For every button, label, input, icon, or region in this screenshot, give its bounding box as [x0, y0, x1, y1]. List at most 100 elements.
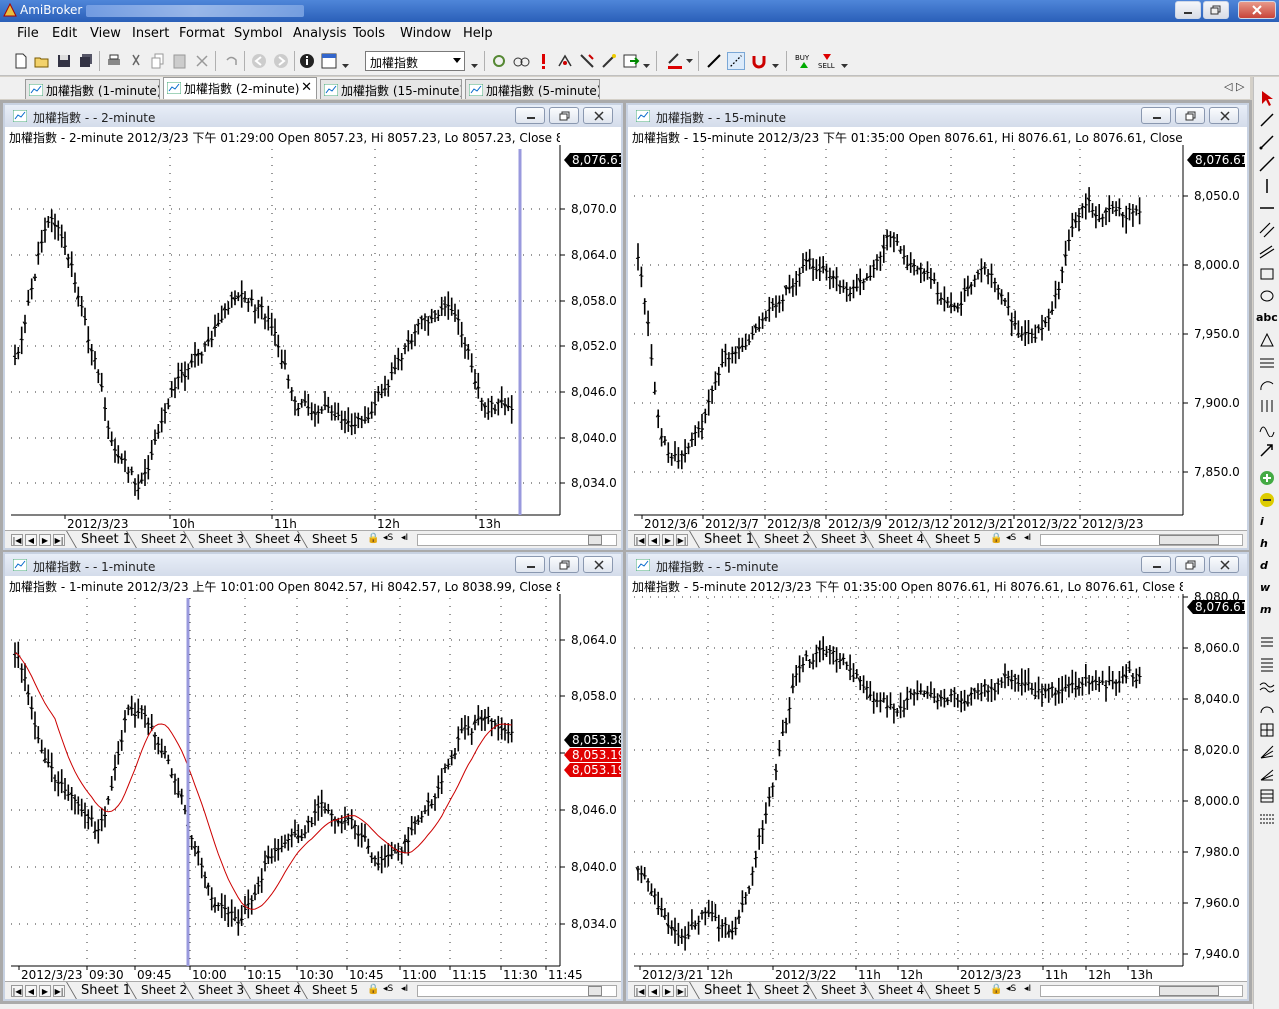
wand-icon[interactable]	[600, 52, 618, 70]
copy-icon[interactable]	[149, 52, 167, 70]
sheet-nav-button[interactable]: |◀	[11, 985, 23, 997]
sheet-nav-button[interactable]: ◀	[648, 534, 660, 546]
sell-icon[interactable]: SELL	[818, 52, 836, 70]
timezone-icon[interactable]	[1258, 397, 1276, 415]
gauge-icon[interactable]	[1258, 699, 1276, 717]
sheet-tab-5[interactable]: Sheet 5	[302, 531, 364, 548]
toolbar-dropdown-icon[interactable]	[685, 52, 694, 70]
menu-window[interactable]: Window	[400, 26, 451, 41]
horizontal-scrollbar[interactable]	[417, 534, 617, 546]
lock-icon[interactable]: 🔒	[367, 984, 379, 995]
menu-file[interactable]: File	[17, 26, 39, 41]
cut-icon[interactable]	[127, 52, 145, 70]
info-icon[interactable]	[298, 52, 316, 70]
zoom-out-icon[interactable]: ◂S	[383, 533, 393, 543]
sheet-tab-5[interactable]: Sheet 5	[925, 531, 987, 548]
print-icon[interactable]	[105, 52, 123, 70]
fan-icon[interactable]	[1258, 743, 1276, 761]
zoom-in-icon[interactable]: ◂I	[1024, 984, 1031, 994]
scrollbar-thumb[interactable]	[1159, 986, 1219, 996]
lock-icon[interactable]: 🔒	[990, 984, 1002, 995]
grid-icon[interactable]	[1258, 721, 1276, 739]
price-chart[interactable]: 8,080.08,060.08,040.08,020.08,000.07,980…	[628, 554, 1247, 981]
draw-line-icon[interactable]	[705, 52, 723, 70]
zoom-in-icon[interactable]: ◂I	[1024, 533, 1031, 543]
sheet-nav-button[interactable]: ▶	[39, 534, 51, 546]
trendline-icon[interactable]	[1258, 111, 1276, 129]
speed-lines-icon[interactable]	[1258, 765, 1276, 783]
menu-edit[interactable]: Edit	[52, 26, 77, 41]
toolbar-dropdown-icon[interactable]	[341, 52, 350, 70]
zoom-out-icon[interactable]: ◂S	[1006, 533, 1016, 543]
sheet-nav-button[interactable]: ▶|	[53, 985, 65, 997]
sheet-nav-button[interactable]: |◀	[11, 534, 23, 546]
channel-icon[interactable]	[1258, 243, 1276, 261]
chart-window-w1[interactable]: 加權指數 - - 1-minute 加權指數 - 1-minute 2012/3…	[3, 552, 623, 1001]
horizontal-line-icon[interactable]	[1258, 199, 1276, 217]
sheet-nav-button[interactable]: |◀	[634, 985, 646, 997]
sheet-nav-button[interactable]: ▶	[39, 985, 51, 997]
tab-1-minute[interactable]: 加權指數 (1-minute)	[25, 79, 160, 99]
vertical-line-icon[interactable]	[1258, 177, 1276, 195]
price-chart[interactable]: 8,050.0 8,000.0 7,950.0 7,900.0 7,850.0 2012/…	[628, 105, 1247, 530]
period-m-button[interactable]: m	[1260, 603, 1271, 616]
save-icon[interactable]	[55, 52, 73, 70]
tab-2-minute[interactable]: 加權指數 (2-minute) ✕	[163, 77, 317, 99]
menu-help[interactable]: Help	[463, 26, 493, 41]
ray-icon[interactable]	[1258, 133, 1276, 151]
menu-analysis[interactable]: Analysis	[293, 26, 347, 41]
tab-15-minute[interactable]: 加權指數 (15-minute)	[320, 79, 462, 99]
optimize-icon[interactable]	[578, 52, 596, 70]
paste-icon[interactable]	[171, 52, 189, 70]
ellipse-icon[interactable]	[1258, 287, 1276, 305]
menu-format[interactable]: Format	[179, 26, 225, 41]
open-icon[interactable]	[33, 52, 51, 70]
scrollbar-thumb[interactable]	[588, 986, 602, 996]
horizontal-scrollbar[interactable]	[417, 985, 617, 997]
minimize-button[interactable]	[1175, 1, 1201, 19]
alert-icon[interactable]	[534, 52, 552, 70]
chart-window-w15[interactable]: 加權指數 - - 15-minute 加權指數 - 15-minute 2012…	[626, 103, 1249, 550]
symbol-combo[interactable]: 加權指數	[365, 51, 465, 71]
menu-insert[interactable]: Insert	[132, 26, 169, 41]
pen-color-icon[interactable]	[666, 52, 684, 70]
sheet-nav-button[interactable]: ▶|	[53, 534, 65, 546]
hatch-icon[interactable]	[1258, 787, 1276, 805]
toolbar-dropdown-icon[interactable]	[642, 52, 651, 70]
toolbar-dropdown-icon[interactable]	[771, 52, 780, 70]
scrollbar-thumb[interactable]	[588, 535, 602, 545]
sheet-nav-button[interactable]: ◀	[25, 534, 37, 546]
chart-window-w5[interactable]: 加權指數 - - 5-minute 加權指數 - 5-minute 2012/3…	[626, 552, 1249, 1001]
new-icon[interactable]	[12, 52, 30, 70]
sheet-tab-5[interactable]: Sheet 5	[302, 982, 364, 999]
period-h-button[interactable]: h	[1260, 537, 1268, 550]
sheet-tab-5[interactable]: Sheet 5	[925, 982, 987, 999]
buy-icon[interactable]: BUY	[795, 52, 813, 70]
sheet-nav-button[interactable]: ◀	[25, 985, 37, 997]
zoom-in-icon[interactable]: ◂I	[401, 984, 408, 994]
menu-symbol[interactable]: Symbol	[234, 26, 282, 41]
triangle-icon[interactable]	[1258, 331, 1276, 349]
zoom-in-icon[interactable]	[1258, 469, 1276, 487]
restore-button[interactable]	[1203, 1, 1229, 19]
sheet-nav-button[interactable]: ▶|	[676, 534, 688, 546]
tab-5-minute[interactable]: 加權指數 (5-minute)	[465, 79, 600, 99]
magnet-icon[interactable]	[750, 52, 768, 70]
back-icon[interactable]	[250, 52, 268, 70]
horizontal-scrollbar[interactable]	[1040, 534, 1243, 546]
forward-icon[interactable]	[272, 52, 290, 70]
list-icon[interactable]	[1258, 633, 1276, 651]
undo-icon[interactable]	[222, 52, 240, 70]
close-tab-icon[interactable]: ✕	[301, 80, 312, 95]
lines-icon[interactable]	[1258, 655, 1276, 673]
close-button[interactable]	[1238, 1, 1276, 19]
menu-tools[interactable]: Tools	[353, 26, 385, 41]
text-tool-label[interactable]: abc	[1256, 311, 1278, 324]
extended-line-icon[interactable]	[1258, 155, 1276, 173]
sheet-nav-button[interactable]: ◀	[648, 985, 660, 997]
arrow-icon[interactable]	[1258, 441, 1276, 459]
cycle-icon[interactable]	[1258, 419, 1276, 437]
zoom-out-icon[interactable]	[1258, 491, 1276, 509]
zoom-out-icon[interactable]: ◂S	[383, 984, 393, 994]
explore-icon[interactable]	[512, 52, 530, 70]
